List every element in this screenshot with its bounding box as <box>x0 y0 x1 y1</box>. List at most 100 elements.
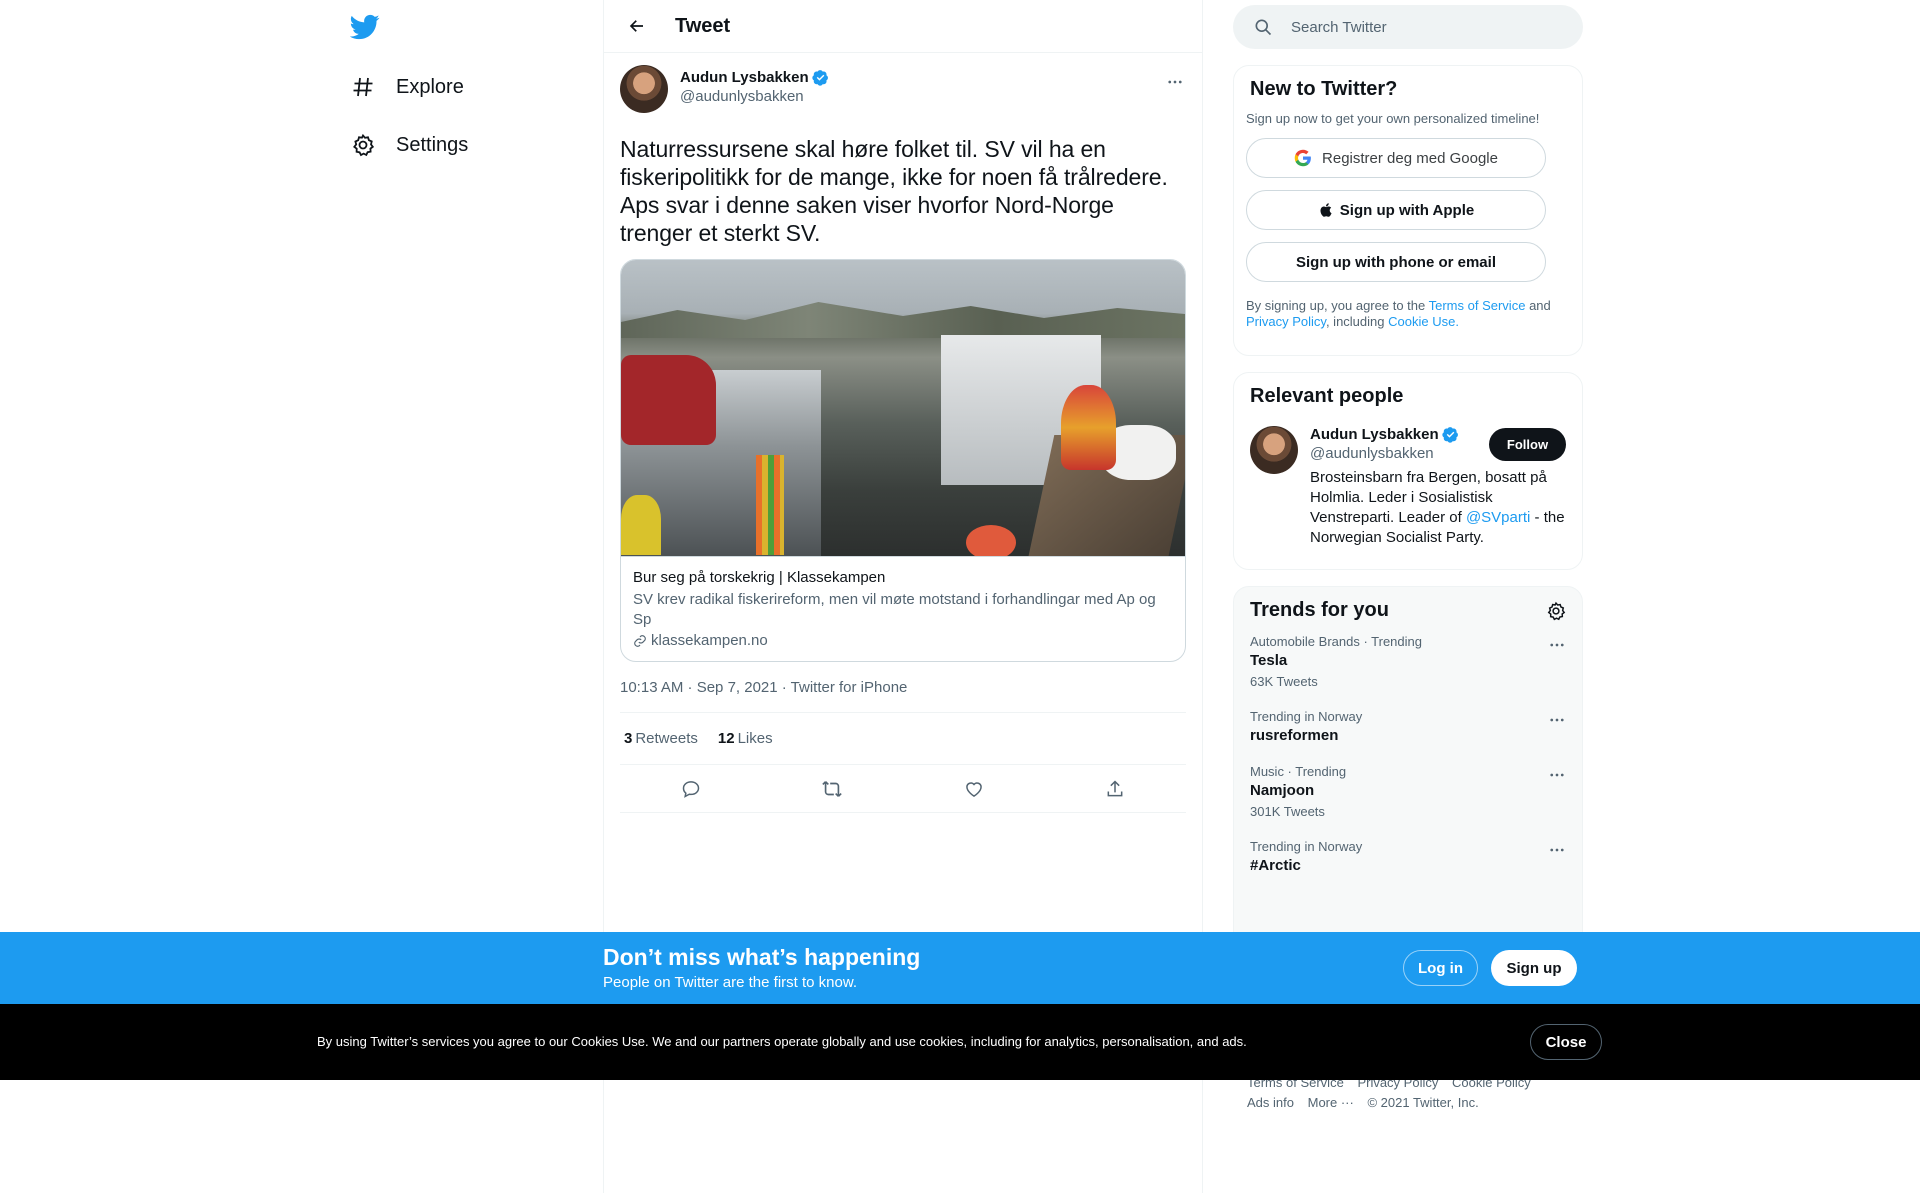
card-image[interactable] <box>621 260 1185 556</box>
nav-explore[interactable]: Explore <box>350 67 464 107</box>
more-options-button[interactable] <box>1164 71 1186 93</box>
footer-ads-link[interactable]: Ads info <box>1247 1095 1294 1110</box>
retweet-icon <box>822 780 843 797</box>
trend-category: Automobile Brands · Trending <box>1250 634 1422 649</box>
more-dots-icon <box>1168 80 1182 84</box>
signup-button[interactable]: Sign up <box>1491 950 1577 986</box>
hashtag-icon <box>350 74 376 100</box>
trend-count: 301K Tweets <box>1250 804 1325 819</box>
nav-settings[interactable]: Settings <box>350 125 468 165</box>
retweets-count: 3 <box>624 730 633 747</box>
twitter-logo-icon[interactable] <box>349 12 380 42</box>
privacy-link[interactable]: Privacy Policy <box>1246 314 1326 329</box>
new-to-twitter-panel: New to Twitter? Sign up now to get your … <box>1233 65 1583 356</box>
likes-count: 12 <box>717 730 735 747</box>
retweet-button[interactable] <box>815 772 849 806</box>
terms-and: and <box>1529 298 1551 313</box>
card-domain-text: klassekampen.no <box>651 632 768 649</box>
apple-signup-label: Sign up with Apple <box>1339 201 1475 219</box>
person-name[interactable]: Audun Lysbakken <box>1310 426 1439 443</box>
panel-title: Trends for you <box>1250 599 1389 621</box>
search-input[interactable] <box>1291 18 1531 36</box>
trend-category: Music · Trending <box>1250 764 1347 779</box>
tweet-timestamp[interactable]: 10:13 AM · Sep 7, 2021 · Twitter for iPh… <box>620 679 1186 713</box>
footer-more-link[interactable]: More ··· <box>1308 1095 1354 1110</box>
more-dots-icon[interactable] <box>1548 841 1566 859</box>
reply-icon <box>682 780 700 798</box>
bio-mention-link[interactable]: @SVparti <box>1466 509 1530 526</box>
google-signup-label: Registrer deg med Google <box>1322 149 1498 167</box>
reply-button[interactable] <box>674 772 708 806</box>
trend-title: Tesla <box>1250 652 1288 669</box>
author-name[interactable]: Audun Lysbakken <box>680 69 809 86</box>
footer-copyright: © 2021 Twitter, Inc. <box>1367 1095 1479 1110</box>
verified-badge-icon <box>1441 427 1458 443</box>
person-bio: Brosteinsbarn fra Bergen, bosatt på Holm… <box>1310 468 1565 548</box>
back-button[interactable] <box>620 9 654 43</box>
phone-email-signup-button[interactable]: Sign up with phone or email <box>1246 242 1546 282</box>
link-card[interactable]: Bur seg på torskekrig | Klassekampen SV … <box>620 259 1186 662</box>
login-button[interactable]: Log in <box>1403 950 1478 986</box>
more-dots-icon[interactable] <box>1548 766 1566 784</box>
trend-count: 63K Tweets <box>1250 674 1318 689</box>
retweets-label: Retweets <box>635 730 698 747</box>
follow-button[interactable]: Follow <box>1489 428 1566 461</box>
signup-terms: By signing up, you agree to the Terms of… <box>1246 298 1566 330</box>
tweet-text: Naturressursene skal høre folket til. SV… <box>620 136 1168 246</box>
terms-prefix: By signing up, you agree to the <box>1246 298 1426 313</box>
verified-badge-icon <box>811 70 828 86</box>
trend-item[interactable]: Automobile Brands · Trending Tesla 63K T… <box>1234 622 1582 697</box>
panel-title: New to Twitter? <box>1250 78 1398 100</box>
gear-icon <box>350 132 376 158</box>
phone-email-signup-label: Sign up with phone or email <box>1295 253 1496 271</box>
nav-explore-label: Explore <box>396 75 464 98</box>
author-handle[interactable]: @audunlysbakken <box>680 88 829 105</box>
search-icon <box>1255 19 1272 36</box>
apple-signup-button[interactable]: Sign up with Apple <box>1246 190 1546 230</box>
terms-link[interactable]: Terms of Service <box>1429 298 1526 313</box>
terms-including: , including <box>1325 314 1385 329</box>
relevant-person[interactable]: Audun Lysbakken @audunlysbakken Brostein… <box>1250 426 1566 548</box>
card-domain: klassekampen.no <box>633 632 1173 649</box>
more-dots-icon[interactable] <box>1548 711 1566 729</box>
tweet-stats: 3 Retweets 12 Likes <box>620 713 1186 765</box>
heart-icon <box>965 781 982 797</box>
trend-category: Trending in Norway <box>1250 709 1363 724</box>
likes-label: Likes <box>737 730 773 747</box>
link-icon <box>634 634 646 647</box>
card-description: SV krev radikal fiskerireform, men vil m… <box>633 591 1156 628</box>
trend-item[interactable]: Trending in Norway #Arctic <box>1234 827 1582 882</box>
promo-subtitle: People on Twitter are the first to know. <box>603 974 858 991</box>
nav-settings-label: Settings <box>396 133 469 156</box>
avatar[interactable] <box>1250 426 1298 474</box>
trends-panel: Trends for you Automobile Brands · Trend… <box>1233 586 1583 956</box>
google-signup-button[interactable]: Registrer deg med Google <box>1246 138 1546 178</box>
tweet-author: Audun Lysbakken @audunlysbakken <box>620 65 1186 117</box>
trend-title: Namjoon <box>1250 782 1315 799</box>
relevant-people-panel: Relevant people Audun Lysbakken @audunly… <box>1233 372 1583 570</box>
avatar[interactable] <box>620 65 668 113</box>
trend-item[interactable]: Music · Trending Namjoon 301K Tweets <box>1234 752 1582 827</box>
gear-icon[interactable] <box>1546 601 1566 621</box>
trend-title: #Arctic <box>1250 857 1301 874</box>
tweet: Audun Lysbakken @audunlysbakken Naturres… <box>604 53 1202 813</box>
cookie-banner: By using Twitter’s services you agree to… <box>0 1004 1920 1080</box>
back-arrow-icon <box>629 20 643 32</box>
share-button[interactable] <box>1098 772 1132 806</box>
share-icon <box>1107 779 1123 796</box>
card-body: Bur seg på torskekrig | Klassekampen SV … <box>621 556 1185 661</box>
close-cookie-button[interactable]: Close <box>1530 1024 1602 1060</box>
signup-promo-bar: Don’t miss what’s happening People on Tw… <box>0 932 1920 1004</box>
tweet-header: Tweet <box>604 0 1202 53</box>
card-title: Bur seg på torskekrig | Klassekampen <box>633 569 886 586</box>
search-bar[interactable] <box>1233 5 1583 49</box>
trend-item[interactable]: Trending in Norway rusreformen <box>1234 697 1582 752</box>
likes-stat[interactable]: 12 Likes <box>718 730 773 747</box>
like-button[interactable] <box>957 772 991 806</box>
cookie-use-link[interactable]: Cookie Use. <box>1388 314 1459 329</box>
page-title: Tweet <box>675 14 731 37</box>
panel-subtitle: Sign up now to get your own personalized… <box>1246 111 1540 126</box>
retweets-stat[interactable]: 3 Retweets <box>624 730 698 747</box>
more-dots-icon[interactable] <box>1548 636 1566 654</box>
tweet-actions <box>620 765 1186 813</box>
